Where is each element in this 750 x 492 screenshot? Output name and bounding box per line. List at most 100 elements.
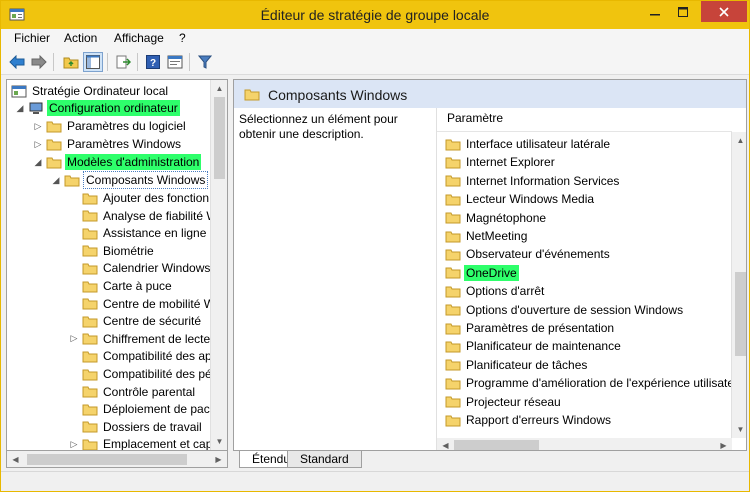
list-item[interactable]: Options d'ouverture de session Windows (445, 301, 685, 319)
tree-item-label: Stratégie Ordinateur local (32, 84, 169, 98)
menu-help[interactable]: ? (176, 31, 189, 45)
tab-standard[interactable]: Standard (287, 451, 362, 468)
tree-item[interactable]: Dossiers de travail (69, 418, 204, 436)
tree-item[interactable]: ▷ Chiffrement de lecte (69, 330, 212, 348)
tree-item-windows-settings[interactable]: ▷ Paramètres Windows (33, 135, 183, 153)
tree-item-label: Analyse de fiabilité W (103, 208, 218, 223)
list-item[interactable]: Programme d'amélioration de l'expérience… (445, 374, 743, 392)
tree-item-root[interactable]: Stratégie Ordinateur local (11, 82, 170, 100)
toolbar-separator (107, 53, 108, 71)
properties-button[interactable] (165, 52, 185, 72)
scroll-left-icon[interactable]: ◀ (437, 438, 454, 450)
scroll-thumb[interactable] (27, 454, 187, 465)
tree-item[interactable]: Calendrier Windows (69, 259, 212, 277)
minimize-button[interactable] (641, 1, 669, 22)
column-header-label: Paramètre (447, 111, 504, 125)
tree-horizontal-scrollbar[interactable]: ◀ ▶ (6, 451, 228, 468)
tree-item-windows-components[interactable]: ◢ Composants Windows (51, 171, 209, 189)
tree-pane[interactable]: Stratégie Ordinateur local ◢ Configurati… (6, 79, 228, 451)
list-item[interactable]: Planificateur de tâches (445, 356, 589, 374)
scroll-thumb[interactable] (454, 440, 539, 450)
expand-arrow-icon[interactable]: ▷ (69, 439, 79, 449)
list-item[interactable]: OneDrive (445, 264, 519, 282)
menu-affichage[interactable]: Affichage (111, 31, 167, 45)
tree-item-admin-templates[interactable]: ◢ Modèles d'administration (33, 153, 202, 171)
list-item[interactable]: Rapport d'erreurs Windows (445, 411, 613, 429)
folder-icon (445, 341, 461, 353)
toolbar-separator (189, 53, 190, 71)
tree-item-computer-config[interactable]: ◢ Configuration ordinateur (15, 99, 180, 117)
list-item-label: Options d'ouverture de session Windows (466, 302, 684, 317)
scroll-right-icon[interactable]: ▶ (210, 451, 227, 468)
settings-list[interactable]: Paramètre Interface utilisateur latérale… (436, 108, 746, 450)
list-item[interactable]: Projecteur réseau (445, 393, 563, 411)
scroll-left-icon[interactable]: ◀ (7, 451, 24, 468)
collapse-arrow-icon[interactable]: ◢ (51, 175, 61, 185)
forward-button[interactable] (29, 52, 49, 72)
policy-root-icon (11, 85, 27, 97)
tree-item[interactable]: Centre de mobilité W (69, 295, 217, 313)
expand-arrow-icon[interactable]: ▷ (33, 121, 43, 131)
list-item[interactable]: NetMeeting (445, 227, 529, 245)
list-item[interactable]: Interface utilisateur latérale (445, 135, 612, 153)
maximize-button[interactable] (669, 1, 697, 22)
column-header-parametre[interactable]: Paramètre (437, 108, 732, 132)
expand-arrow-icon[interactable]: ▷ (33, 139, 43, 149)
list-item[interactable]: Observateur d'événements (445, 245, 612, 263)
tree-item[interactable]: Ajouter des fonction (69, 189, 211, 207)
scroll-up-icon[interactable]: ▲ (211, 80, 227, 97)
list-item[interactable]: Lecteur Windows Media (445, 190, 596, 208)
menu-action[interactable]: Action (61, 31, 100, 45)
list-item[interactable]: Internet Explorer (445, 153, 557, 171)
show-hide-tree-button[interactable] (83, 52, 103, 72)
tree-item-label: Configuration ordinateur (47, 100, 180, 116)
tree-item[interactable]: Compatibilité des pé (69, 365, 214, 383)
folder-icon (82, 263, 98, 275)
title-bar: Éditeur de stratégie de groupe locale (1, 1, 749, 29)
tree-item-label: Déploiement de pacl (103, 402, 213, 417)
list-vertical-scrollbar[interactable]: ▲ ▼ (731, 132, 746, 438)
scroll-down-icon[interactable]: ▼ (211, 433, 227, 450)
folder-icon (445, 249, 461, 261)
close-button[interactable] (701, 1, 747, 22)
tree-item[interactable]: Carte à puce (69, 277, 174, 295)
tree-vertical-scrollbar[interactable]: ▲ ▼ (210, 80, 227, 450)
tree-item[interactable]: Déploiement de pacl (69, 400, 214, 418)
export-list-button[interactable] (113, 52, 133, 72)
menu-fichier[interactable]: Fichier (11, 31, 53, 45)
expand-arrow-icon[interactable]: ▷ (69, 333, 79, 344)
tree-item[interactable]: Centre de sécurité (69, 312, 203, 330)
tree-item[interactable]: ▷ Emplacement et cap (69, 435, 214, 450)
scroll-right-icon[interactable]: ▶ (715, 438, 732, 450)
collapse-arrow-icon[interactable]: ◢ (33, 157, 43, 167)
tree-item[interactable]: Analyse de fiabilité W (69, 207, 220, 225)
up-folder-button[interactable] (61, 52, 81, 72)
list-item[interactable]: Internet Information Services (445, 172, 621, 190)
tree-item[interactable]: Compatibilité des ap (69, 347, 214, 365)
filter-button[interactable] (195, 52, 215, 72)
collapse-arrow-icon[interactable]: ◢ (15, 103, 25, 113)
tree-item-software-settings[interactable]: ▷ Paramètres du logiciel (33, 117, 188, 135)
folder-icon (82, 281, 98, 292)
scroll-down-icon[interactable]: ▼ (732, 421, 746, 438)
scroll-up-icon[interactable]: ▲ (732, 132, 746, 149)
tree-item[interactable]: Biométrie (69, 242, 156, 260)
scroll-thumb[interactable] (735, 272, 746, 356)
folder-icon (82, 298, 98, 310)
scroll-thumb[interactable] (214, 97, 225, 179)
folder-icon (82, 333, 98, 345)
tree-item[interactable]: Assistance en ligne (69, 224, 208, 242)
list-item[interactable]: Planificateur de maintenance (445, 337, 623, 355)
maximize-icon (678, 6, 688, 17)
back-button[interactable] (7, 52, 27, 72)
list-horizontal-scrollbar[interactable]: ◀ ▶ (437, 438, 732, 450)
list-item-label: Internet Information Services (466, 173, 620, 188)
list-item[interactable]: Magnétophone (445, 209, 548, 227)
help-button[interactable]: ? (143, 52, 163, 72)
list-item[interactable]: Paramètres de présentation (445, 319, 616, 337)
tree-item[interactable]: Contrôle parental (69, 383, 197, 401)
list-item[interactable]: Options d'arrêt (445, 282, 546, 300)
